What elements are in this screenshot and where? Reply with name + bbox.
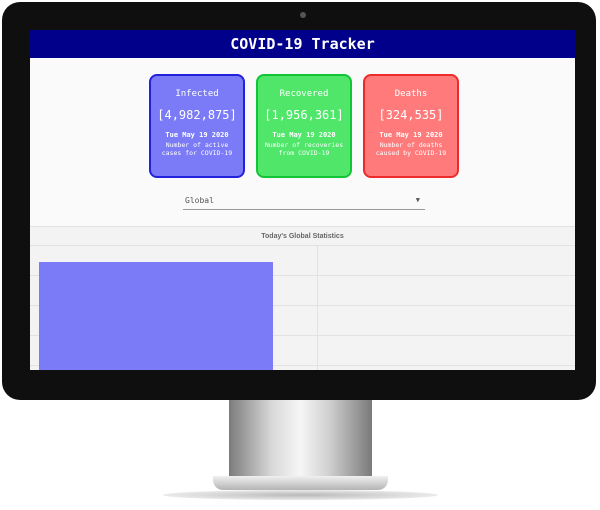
deaths-card: Deaths [324,535] Tue May 19 2020 Number … (363, 74, 459, 178)
monitor-frame: COVID-19 Tracker Infected [4,982,875] Tu… (2, 2, 596, 400)
country-select-value: Global (185, 196, 214, 205)
global-stats-chart: Today's Global Statistics (30, 227, 575, 370)
chart-gridline (30, 245, 575, 246)
chart-title: Today's Global Statistics (261, 233, 344, 240)
stand-shadow (163, 490, 438, 500)
infected-description: Number of active cases for COVID-19 (161, 141, 233, 157)
deaths-date: Tue May 19 2020 (379, 131, 443, 139)
app-screen: COVID-19 Tracker Infected [4,982,875] Tu… (30, 30, 575, 370)
infected-card: Infected [4,982,875] Tue May 19 2020 Num… (149, 74, 245, 178)
app-title: COVID-19 Tracker (230, 35, 375, 53)
chart-gridline-vertical (317, 245, 318, 370)
webcam-icon (300, 12, 306, 18)
recovered-date: Tue May 19 2020 (272, 131, 336, 139)
recovered-count: [1,956,361] (264, 108, 344, 122)
caret-down-icon[interactable]: ▼ (416, 196, 420, 204)
recovered-description: Number of recoveries from COVID-19 (264, 141, 344, 157)
stat-cards: Infected [4,982,875] Tue May 19 2020 Num… (30, 74, 575, 178)
deaths-title: Deaths (394, 89, 428, 99)
recovered-card: Recovered [1,956,361] Tue May 19 2020 Nu… (256, 74, 352, 178)
navbar: COVID-19 Tracker (30, 30, 575, 58)
infected-bar[interactable] (39, 262, 273, 370)
deaths-count: [324,535] (378, 108, 444, 122)
infected-count: [4,982,875] (157, 108, 237, 122)
monitor-base (213, 476, 388, 490)
infected-date: Tue May 19 2020 (165, 131, 229, 139)
recovered-title: Recovered (279, 89, 329, 99)
monitor-stand (229, 400, 372, 476)
country-select[interactable]: Global ▼ (183, 195, 425, 210)
infected-title: Infected (175, 89, 219, 99)
deaths-description: Number of deaths caused by COVID-19 (375, 141, 447, 157)
